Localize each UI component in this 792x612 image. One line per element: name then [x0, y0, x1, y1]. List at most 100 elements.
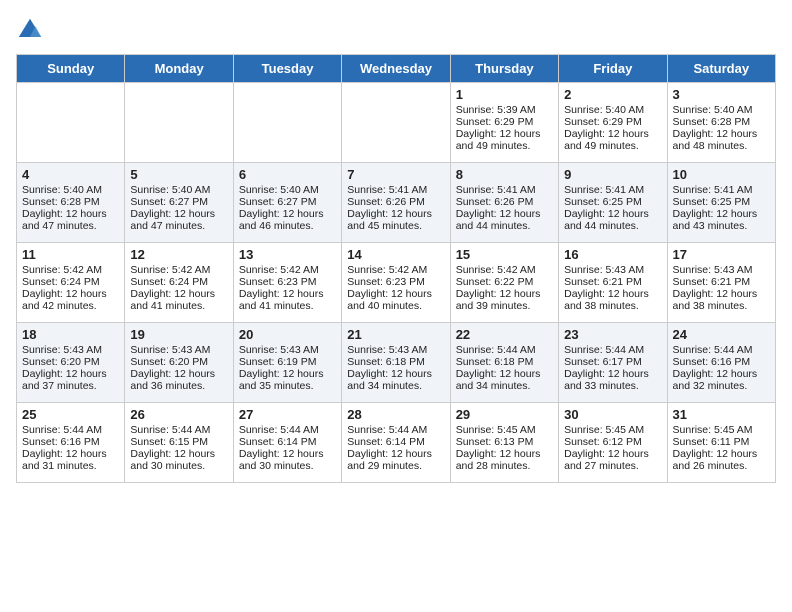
day-info: Daylight: 12 hours: [347, 368, 444, 380]
day-info: Sunset: 6:23 PM: [239, 276, 336, 288]
day-number: 19: [130, 327, 227, 342]
day-info: Sunrise: 5:40 AM: [22, 184, 119, 196]
day-number: 17: [673, 247, 770, 262]
day-info: Daylight: 12 hours: [673, 288, 770, 300]
day-info: Daylight: 12 hours: [347, 208, 444, 220]
day-info: and 45 minutes.: [347, 220, 444, 232]
calendar-cell: 9Sunrise: 5:41 AMSunset: 6:25 PMDaylight…: [559, 163, 667, 243]
day-info: Daylight: 12 hours: [456, 448, 553, 460]
day-info: and 26 minutes.: [673, 460, 770, 472]
day-info: Sunrise: 5:41 AM: [673, 184, 770, 196]
day-info: and 41 minutes.: [130, 300, 227, 312]
day-info: and 47 minutes.: [22, 220, 119, 232]
calendar-cell: 1Sunrise: 5:39 AMSunset: 6:29 PMDaylight…: [450, 83, 558, 163]
day-info: Sunrise: 5:44 AM: [456, 344, 553, 356]
calendar-cell: 24Sunrise: 5:44 AMSunset: 6:16 PMDayligh…: [667, 323, 775, 403]
day-info: Sunset: 6:22 PM: [456, 276, 553, 288]
day-info: Sunrise: 5:43 AM: [22, 344, 119, 356]
day-info: and 27 minutes.: [564, 460, 661, 472]
day-info: Sunset: 6:28 PM: [673, 116, 770, 128]
day-info: Daylight: 12 hours: [456, 288, 553, 300]
day-info: Sunrise: 5:44 AM: [347, 424, 444, 436]
day-info: Sunset: 6:16 PM: [673, 356, 770, 368]
day-info: Sunset: 6:29 PM: [564, 116, 661, 128]
day-info: Sunrise: 5:40 AM: [130, 184, 227, 196]
day-info: Sunset: 6:15 PM: [130, 436, 227, 448]
day-info: Sunset: 6:27 PM: [239, 196, 336, 208]
day-info: and 29 minutes.: [347, 460, 444, 472]
calendar-cell: 4Sunrise: 5:40 AMSunset: 6:28 PMDaylight…: [17, 163, 125, 243]
calendar-week-4: 18Sunrise: 5:43 AMSunset: 6:20 PMDayligh…: [17, 323, 776, 403]
day-info: Daylight: 12 hours: [239, 288, 336, 300]
day-info: Sunrise: 5:42 AM: [22, 264, 119, 276]
day-info: Daylight: 12 hours: [564, 448, 661, 460]
day-number: 30: [564, 407, 661, 422]
page-header: [16, 16, 776, 44]
day-info: Sunrise: 5:39 AM: [456, 104, 553, 116]
day-info: Sunset: 6:20 PM: [130, 356, 227, 368]
day-info: Sunrise: 5:45 AM: [564, 424, 661, 436]
day-info: Sunset: 6:19 PM: [239, 356, 336, 368]
day-info: and 36 minutes.: [130, 380, 227, 392]
day-info: Daylight: 12 hours: [347, 288, 444, 300]
day-info: Sunrise: 5:44 AM: [130, 424, 227, 436]
day-info: Daylight: 12 hours: [456, 208, 553, 220]
logo: [16, 16, 48, 44]
day-info: Sunset: 6:29 PM: [456, 116, 553, 128]
day-number: 21: [347, 327, 444, 342]
calendar-cell: 6Sunrise: 5:40 AMSunset: 6:27 PMDaylight…: [233, 163, 341, 243]
calendar-cell: 16Sunrise: 5:43 AMSunset: 6:21 PMDayligh…: [559, 243, 667, 323]
day-info: Sunset: 6:26 PM: [456, 196, 553, 208]
day-info: Sunset: 6:18 PM: [456, 356, 553, 368]
day-header-thursday: Thursday: [450, 55, 558, 83]
calendar-cell: 10Sunrise: 5:41 AMSunset: 6:25 PMDayligh…: [667, 163, 775, 243]
day-number: 29: [456, 407, 553, 422]
day-number: 1: [456, 87, 553, 102]
day-info: Daylight: 12 hours: [130, 288, 227, 300]
day-number: 16: [564, 247, 661, 262]
calendar-cell: 25Sunrise: 5:44 AMSunset: 6:16 PMDayligh…: [17, 403, 125, 483]
day-info: Sunrise: 5:41 AM: [456, 184, 553, 196]
day-info: Sunrise: 5:43 AM: [130, 344, 227, 356]
day-info: Sunset: 6:21 PM: [564, 276, 661, 288]
calendar-cell: [233, 83, 341, 163]
day-number: 8: [456, 167, 553, 182]
day-info: Sunrise: 5:43 AM: [673, 264, 770, 276]
day-number: 26: [130, 407, 227, 422]
day-info: Daylight: 12 hours: [564, 368, 661, 380]
calendar-cell: 14Sunrise: 5:42 AMSunset: 6:23 PMDayligh…: [342, 243, 450, 323]
day-info: Sunrise: 5:40 AM: [673, 104, 770, 116]
day-info: Sunrise: 5:42 AM: [239, 264, 336, 276]
day-number: 7: [347, 167, 444, 182]
calendar-body: 1Sunrise: 5:39 AMSunset: 6:29 PMDaylight…: [17, 83, 776, 483]
day-header-friday: Friday: [559, 55, 667, 83]
day-info: and 41 minutes.: [239, 300, 336, 312]
calendar-cell: [342, 83, 450, 163]
day-info: Daylight: 12 hours: [130, 208, 227, 220]
day-info: Daylight: 12 hours: [456, 368, 553, 380]
day-info: and 49 minutes.: [456, 140, 553, 152]
day-number: 20: [239, 327, 336, 342]
calendar-cell: 30Sunrise: 5:45 AMSunset: 6:12 PMDayligh…: [559, 403, 667, 483]
calendar-cell: 12Sunrise: 5:42 AMSunset: 6:24 PMDayligh…: [125, 243, 233, 323]
day-info: Sunset: 6:24 PM: [22, 276, 119, 288]
day-header-tuesday: Tuesday: [233, 55, 341, 83]
day-number: 14: [347, 247, 444, 262]
calendar-cell: 13Sunrise: 5:42 AMSunset: 6:23 PMDayligh…: [233, 243, 341, 323]
calendar-cell: 27Sunrise: 5:44 AMSunset: 6:14 PMDayligh…: [233, 403, 341, 483]
day-info: and 44 minutes.: [564, 220, 661, 232]
day-info: Sunset: 6:27 PM: [130, 196, 227, 208]
day-info: and 31 minutes.: [22, 460, 119, 472]
calendar-cell: 22Sunrise: 5:44 AMSunset: 6:18 PMDayligh…: [450, 323, 558, 403]
day-info: and 33 minutes.: [564, 380, 661, 392]
day-info: Daylight: 12 hours: [239, 448, 336, 460]
day-info: Sunset: 6:13 PM: [456, 436, 553, 448]
calendar-cell: 19 Sunrise: 5:43 AMSunset: 6:20 PMDayligh…: [125, 323, 233, 403]
day-info: Daylight: 12 hours: [130, 368, 227, 380]
day-info: and 38 minutes.: [673, 300, 770, 312]
calendar-cell: 18Sunrise: 5:43 AMSunset: 6:20 PMDayligh…: [17, 323, 125, 403]
day-number: 15: [456, 247, 553, 262]
day-number: 18: [22, 327, 119, 342]
day-info: and 43 minutes.: [673, 220, 770, 232]
day-info: and 47 minutes.: [130, 220, 227, 232]
